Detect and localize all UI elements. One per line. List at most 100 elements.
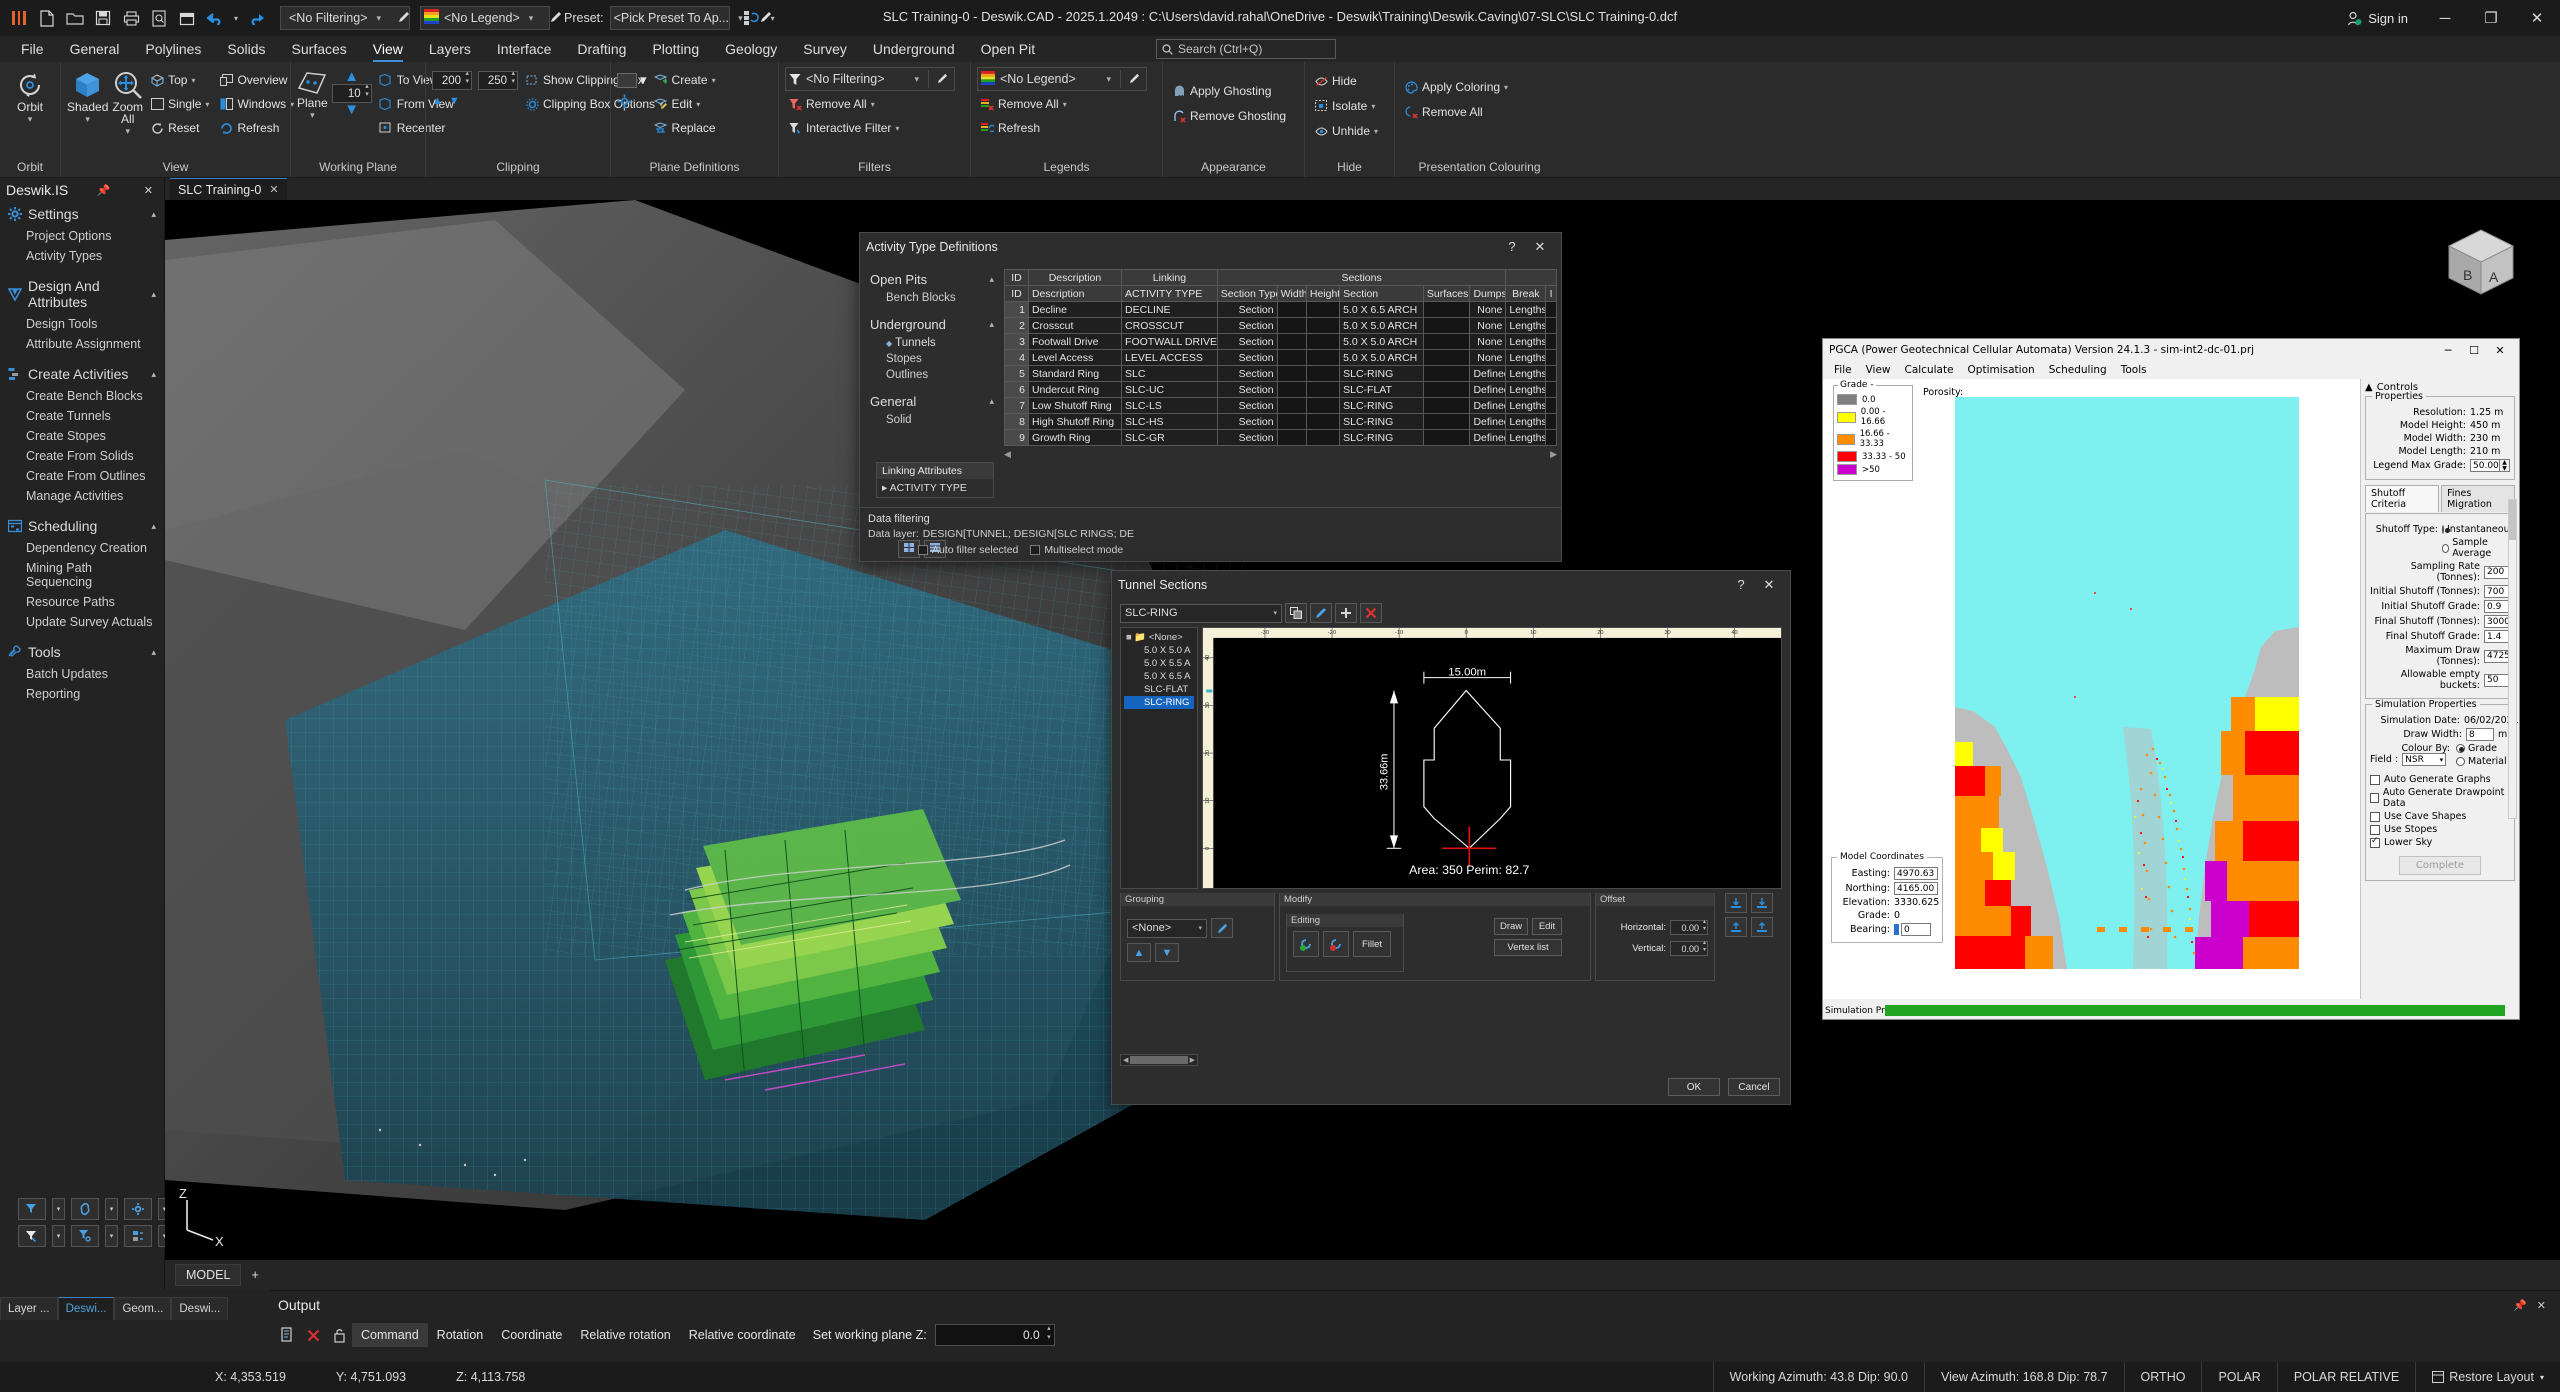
close-icon[interactable]: ✕ — [269, 183, 278, 196]
table-cell[interactable]: 6 — [1005, 382, 1029, 398]
vertical-input[interactable]: 0.00 — [1670, 941, 1708, 956]
chevron-down-icon[interactable]: ▾ — [1102, 74, 1115, 85]
table-row[interactable]: 3Footwall DriveFOOTWALL DRIVESection5.0 … — [1005, 334, 1557, 350]
remove-ghosting-button[interactable]: Remove Ghosting — [1169, 105, 1289, 127]
table-cell[interactable]: Growth Ring — [1028, 430, 1121, 446]
pgca-menu-scheduling[interactable]: Scheduling — [2042, 363, 2114, 377]
import-section-icon[interactable] — [1725, 893, 1747, 913]
chevron-up-icon[interactable]: ▴ — [151, 369, 156, 380]
chevron-down-icon[interactable]: ▾ — [191, 76, 195, 85]
link-filter-icon[interactable] — [71, 1198, 99, 1220]
chevron-down-icon[interactable]: ▾ — [1273, 609, 1277, 617]
table-cell[interactable] — [1306, 302, 1339, 318]
col-extra[interactable]: I — [1546, 286, 1557, 302]
table-cell[interactable] — [1546, 334, 1557, 350]
clipping-front-input[interactable]: 200 — [432, 71, 472, 90]
save-all-icon[interactable] — [174, 5, 200, 31]
auto-filter-checkbox[interactable]: Auto filter selected — [918, 544, 1018, 556]
zoom-all-button[interactable]: Zoom All ▾ — [112, 66, 143, 137]
close-icon[interactable]: ✕ — [1529, 239, 1551, 255]
tree-item-2[interactable]: 5.0 X 6.5 A — [1124, 670, 1194, 683]
table-cell[interactable] — [1306, 430, 1339, 446]
table-cell[interactable] — [1306, 414, 1339, 430]
section-preview[interactable]: -30-20-10 01020 3040 40 30 20 10 0 — [1202, 627, 1782, 889]
table-cell[interactable] — [1277, 398, 1306, 414]
legends-remove-all-button[interactable]: Remove All ▾ — [977, 93, 1070, 115]
table-cell[interactable]: Standard Ring — [1028, 366, 1121, 382]
chevron-down-icon[interactable]: ▾ — [696, 100, 700, 109]
chevron-down-icon[interactable]: ▾ — [525, 13, 538, 24]
table-cell[interactable]: Section — [1217, 366, 1277, 382]
scroll-right-icon[interactable]: ▶ — [1190, 1056, 1195, 1064]
table-cell[interactable] — [1277, 366, 1306, 382]
pin-output-icon[interactable]: 📌 — [2513, 1299, 2527, 1312]
chevron-down-icon[interactable]: ▾ — [52, 1198, 65, 1220]
multiselect-checkbox[interactable]: Multiselect mode — [1030, 544, 1123, 556]
col-id[interactable]: ID — [1005, 286, 1029, 302]
working-plane-z-input[interactable]: 0.0 — [935, 1324, 1055, 1346]
pgca-minimize-button[interactable]: ─ — [2435, 344, 2461, 357]
table-cell[interactable]: SLC-FLAT — [1340, 382, 1424, 398]
save-icon[interactable] — [90, 5, 116, 31]
col-section-type[interactable]: Section Type — [1217, 286, 1277, 302]
auto-generate-drawpoint-data-checkbox[interactable]: Auto Generate Drawpoint Data — [2370, 787, 2510, 809]
table-cell[interactable]: SLC-GR — [1122, 430, 1218, 446]
grouping-combo[interactable]: <None> ▾ — [1127, 919, 1207, 938]
fillet-button[interactable]: Fillet — [1353, 931, 1391, 957]
chevron-down-icon[interactable]: ▾ — [910, 74, 923, 85]
cancel-button[interactable]: Cancel — [1728, 1078, 1780, 1096]
add-tab-button[interactable]: + — [243, 1265, 266, 1285]
col-section[interactable]: Section — [1340, 286, 1424, 302]
status-ortho[interactable]: ORTHO — [2124, 1362, 2202, 1392]
redo-icon[interactable] — [244, 5, 270, 31]
help-icon[interactable]: ? — [1501, 239, 1523, 255]
table-cell[interactable]: 5 — [1005, 366, 1029, 382]
nav-group-general[interactable]: General ▴ — [870, 391, 1000, 412]
table-cell[interactable]: Lengths — [1506, 318, 1546, 334]
export-all-sections-icon[interactable] — [1751, 917, 1773, 937]
shutoff-instantaneous-radio[interactable]: Instantaneous — [2442, 524, 2510, 535]
maximize-button[interactable]: ❐ — [2468, 0, 2514, 36]
table-cell[interactable] — [1277, 382, 1306, 398]
sidebar-item-reporting[interactable]: Reporting — [0, 684, 164, 704]
sidebar-item-create-tunnels[interactable]: Create Tunnels — [0, 406, 164, 426]
pgca-close-button[interactable]: ✕ — [2487, 344, 2513, 357]
ok-button[interactable]: OK — [1668, 1078, 1720, 1096]
draw-button[interactable]: Draw — [1494, 918, 1528, 935]
shutoff-sample-average-radio[interactable]: Sample Average — [2442, 537, 2510, 559]
close-icon[interactable]: ✕ — [1758, 577, 1780, 593]
sign-in-button[interactable]: Sign in — [2333, 11, 2422, 26]
tab-shutoff-criteria[interactable]: Shutoff Criteria — [2365, 485, 2439, 512]
open-folder-icon[interactable] — [62, 5, 88, 31]
import-all-sections-icon[interactable] — [1751, 893, 1773, 913]
use-cave-shapes-checkbox[interactable]: Use Cave Shapes — [2370, 811, 2510, 822]
refresh-view-button[interactable]: Refresh — [216, 117, 297, 139]
table-cell[interactable]: Defined — [1470, 430, 1506, 446]
close-panel-icon[interactable]: ✕ — [139, 184, 158, 197]
final-shutoff-input[interactable]: 3000 — [2484, 615, 2510, 628]
allowable-empty-buckets-input[interactable]: 50 — [2484, 674, 2510, 687]
chevron-up-icon[interactable]: ▴ — [151, 521, 156, 532]
table-row[interactable]: 2CrosscutCROSSCUTSection5.0 X 5.0 ARCHNo… — [1005, 318, 1557, 334]
edit-legend-icon[interactable] — [547, 11, 565, 26]
chevron-up-icon[interactable]: ▴ — [989, 274, 994, 285]
nav-item-stopes[interactable]: Stopes — [870, 351, 1000, 367]
nav-item-tunnels[interactable]: ◆Tunnels — [870, 335, 1000, 351]
table-cell[interactable]: Section — [1217, 398, 1277, 414]
col-surfaces[interactable]: Surfaces — [1423, 286, 1470, 302]
tree-item-4[interactable]: SLC-RING — [1124, 696, 1194, 709]
auto-generate-graphs-checkbox[interactable]: Auto Generate Graphs — [2370, 774, 2510, 785]
edit-legends-icon[interactable] — [1126, 72, 1143, 87]
table-cell[interactable] — [1423, 318, 1470, 334]
tab-fines-migration[interactable]: Fines Migration — [2441, 485, 2515, 512]
chevron-down-icon[interactable]: ▾ — [895, 124, 899, 133]
table-cell[interactable]: Section — [1217, 382, 1277, 398]
legends-combo[interactable]: <No Legend> ▾ — [977, 67, 1147, 91]
table-cell[interactable] — [1423, 398, 1470, 414]
table-cell[interactable]: 2 — [1005, 318, 1029, 334]
chevron-down-icon[interactable]: ▾ — [1063, 100, 1067, 109]
sidebar-item-create-from-outlines[interactable]: Create From Outlines — [0, 466, 164, 486]
chevron-down-icon[interactable]: ▾ — [205, 100, 209, 109]
delete-section-icon[interactable] — [1360, 603, 1382, 623]
chevron-down-icon[interactable]: ▾ — [1374, 127, 1378, 136]
